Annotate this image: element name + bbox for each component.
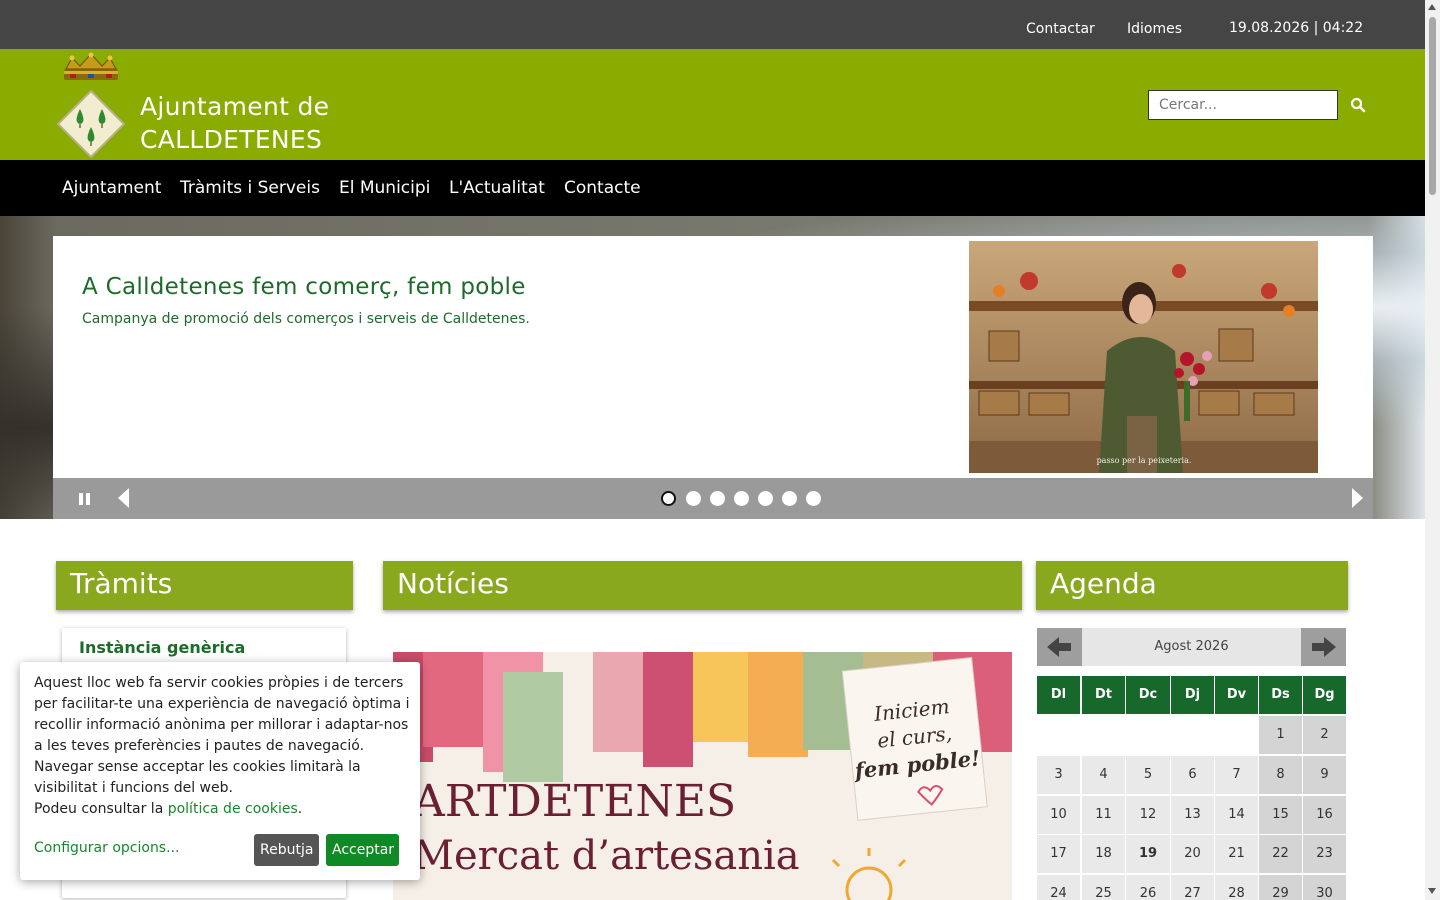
prev-month-icon[interactable]	[1037, 628, 1082, 666]
slide-image-caption: passo per la peixeteria.	[1097, 456, 1192, 465]
slide[interactable]: A Calldetenes fem comerç, fem poble Camp…	[53, 236, 1373, 478]
calendar-day-18[interactable]: 18	[1082, 835, 1125, 873]
calendar-day-16[interactable]: 16	[1303, 796, 1346, 834]
reject-cookies-button[interactable]: Rebutja	[254, 834, 319, 866]
calendar-day-4[interactable]: 4	[1082, 756, 1125, 794]
calendar-day-2[interactable]: 2	[1303, 716, 1346, 754]
calendar-day-11[interactable]: 11	[1082, 796, 1125, 834]
next-month-icon[interactable]	[1301, 628, 1346, 666]
calendar-day-7[interactable]: 7	[1215, 756, 1258, 794]
calendar-day-14[interactable]: 14	[1215, 796, 1258, 834]
languages-link[interactable]: Idiomes	[1127, 21, 1182, 37]
site-title-line2: CALLDETENES	[140, 125, 323, 154]
search-input[interactable]	[1148, 90, 1338, 120]
pause-icon[interactable]	[79, 493, 92, 505]
calendar-day-13[interactable]: 13	[1171, 796, 1214, 834]
calendar-day-30[interactable]: 30	[1303, 875, 1346, 900]
search-icon[interactable]	[1350, 97, 1366, 113]
slide-dot-7[interactable]	[806, 491, 821, 506]
slide-dot-3[interactable]	[710, 491, 725, 506]
slide-title[interactable]: A Calldetenes fem comerç, fem poble	[82, 274, 526, 300]
calendar-day-20[interactable]: 20	[1171, 835, 1214, 873]
next-slide-icon[interactable]	[1351, 488, 1363, 508]
calendar-day-5[interactable]: 5	[1126, 756, 1170, 794]
accept-cookies-button[interactable]: Acceptar	[326, 834, 399, 866]
prev-slide-icon[interactable]	[118, 488, 130, 508]
scrollbar-thumb[interactable]	[1429, 17, 1436, 195]
calendar-day-27[interactable]: 27	[1171, 875, 1214, 900]
weekday-header: Dc	[1126, 676, 1170, 714]
site-title-line1: Ajuntament de	[140, 92, 330, 121]
nav-item-tramits[interactable]: Tràmits i Serveis	[180, 178, 320, 198]
agenda-heading: Agenda	[1036, 561, 1348, 610]
weekday-header: Ds	[1259, 676, 1302, 714]
nav-item-actualitat[interactable]: L'Actualitat	[449, 178, 545, 198]
slide-dot-5[interactable]	[758, 491, 773, 506]
site-header: Ajuntament de CALLDETENES	[0, 49, 1425, 160]
weekday-header: Dg	[1303, 676, 1346, 714]
tramits-heading: Tràmits	[56, 561, 353, 610]
nav-item-contacte[interactable]: Contacte	[564, 178, 641, 198]
slide-image[interactable]: passo per la peixeteria.	[969, 241, 1318, 473]
news-image-subtitle: Mercat d’artesania	[413, 833, 800, 879]
cookie-text-block: Aquest lloc web fa servir cookies pròpie…	[34, 673, 414, 820]
weekday-header: Dj	[1171, 676, 1214, 714]
slide-dot-1[interactable]	[661, 491, 676, 506]
calendar-day-10[interactable]: 10	[1037, 796, 1080, 834]
calendar-day-23[interactable]: 23	[1303, 835, 1346, 873]
noticies-heading: Notícies	[383, 561, 1022, 610]
calendar-day-19[interactable]: 19	[1126, 835, 1170, 873]
site-title[interactable]: Ajuntament de CALLDETENES	[140, 90, 329, 156]
slide-dot-6[interactable]	[782, 491, 797, 506]
calendar-day-28[interactable]: 28	[1215, 875, 1258, 900]
nav-item-municipi[interactable]: El Municipi	[339, 178, 430, 198]
calendar-day-21[interactable]: 21	[1215, 835, 1258, 873]
tramit-instancia-generica[interactable]: Instància genèrica	[79, 638, 245, 657]
calendar-day-25[interactable]: 25	[1082, 875, 1125, 900]
calendar-day-29[interactable]: 29	[1259, 875, 1302, 900]
top-bar: Contactar Idiomes 19.08.2026 | 04:22	[0, 0, 1425, 49]
date-time: 19.08.2026 | 04:22	[1229, 20, 1364, 36]
calendar-header: Agost 2026	[1037, 628, 1346, 666]
coat-of-arms-icon[interactable]	[56, 89, 126, 159]
calendar-day-22[interactable]: 22	[1259, 835, 1302, 873]
nav-item-ajuntament[interactable]: Ajuntament	[62, 178, 161, 198]
cookie-policy-prefix: Podeu consultar la	[34, 801, 168, 817]
calendar-day-24[interactable]: 24	[1037, 875, 1080, 900]
scroll-up-icon[interactable]	[1428, 4, 1436, 10]
calendar-day-8[interactable]: 8	[1259, 756, 1302, 794]
cookie-banner: Aquest lloc web fa servir cookies pròpie…	[20, 662, 420, 880]
calendar-day-15[interactable]: 15	[1259, 796, 1302, 834]
cookie-text: Aquest lloc web fa servir cookies pròpie…	[34, 675, 410, 796]
slide-description: Campanya de promoció dels comerços i ser…	[82, 311, 530, 327]
crown-icon	[64, 52, 118, 80]
scroll-down-icon[interactable]	[1428, 888, 1436, 894]
cookie-policy-link[interactable]: política de cookies	[168, 801, 298, 817]
news-image-title: ARTDETENES	[412, 776, 736, 827]
weekday-header: Dl	[1037, 676, 1080, 714]
main-nav: Ajuntament Tràmits i Serveis El Municipi…	[0, 160, 1425, 216]
slide-dot-4[interactable]	[734, 491, 749, 506]
weekday-header: Dt	[1082, 676, 1125, 714]
calendar-day-26[interactable]: 26	[1126, 875, 1170, 900]
news-image[interactable]: Iniciem el curs, fem poble! ARTDETENES M…	[393, 652, 1012, 900]
slide-dot-2[interactable]	[686, 491, 701, 506]
calendar-day-9[interactable]: 9	[1303, 756, 1346, 794]
calendar-day-17[interactable]: 17	[1037, 835, 1080, 873]
calendar-month: Agost 2026	[1154, 639, 1229, 654]
calendar-day-12[interactable]: 12	[1126, 796, 1170, 834]
contact-link[interactable]: Contactar	[1026, 21, 1095, 37]
configure-cookies-link[interactable]: Configurar opcions...	[34, 840, 179, 856]
calendar-day-3[interactable]: 3	[1037, 756, 1080, 794]
page-scrollbar[interactable]	[1425, 0, 1440, 900]
calendar-day-6[interactable]: 6	[1171, 756, 1214, 794]
cookie-policy-suffix: .	[297, 801, 303, 817]
hero-banner: A Calldetenes fem comerç, fem poble Camp…	[0, 216, 1425, 519]
calendar-day-1[interactable]: 1	[1259, 716, 1302, 754]
slider-controls	[53, 478, 1373, 519]
weekday-header: Dv	[1215, 676, 1258, 714]
